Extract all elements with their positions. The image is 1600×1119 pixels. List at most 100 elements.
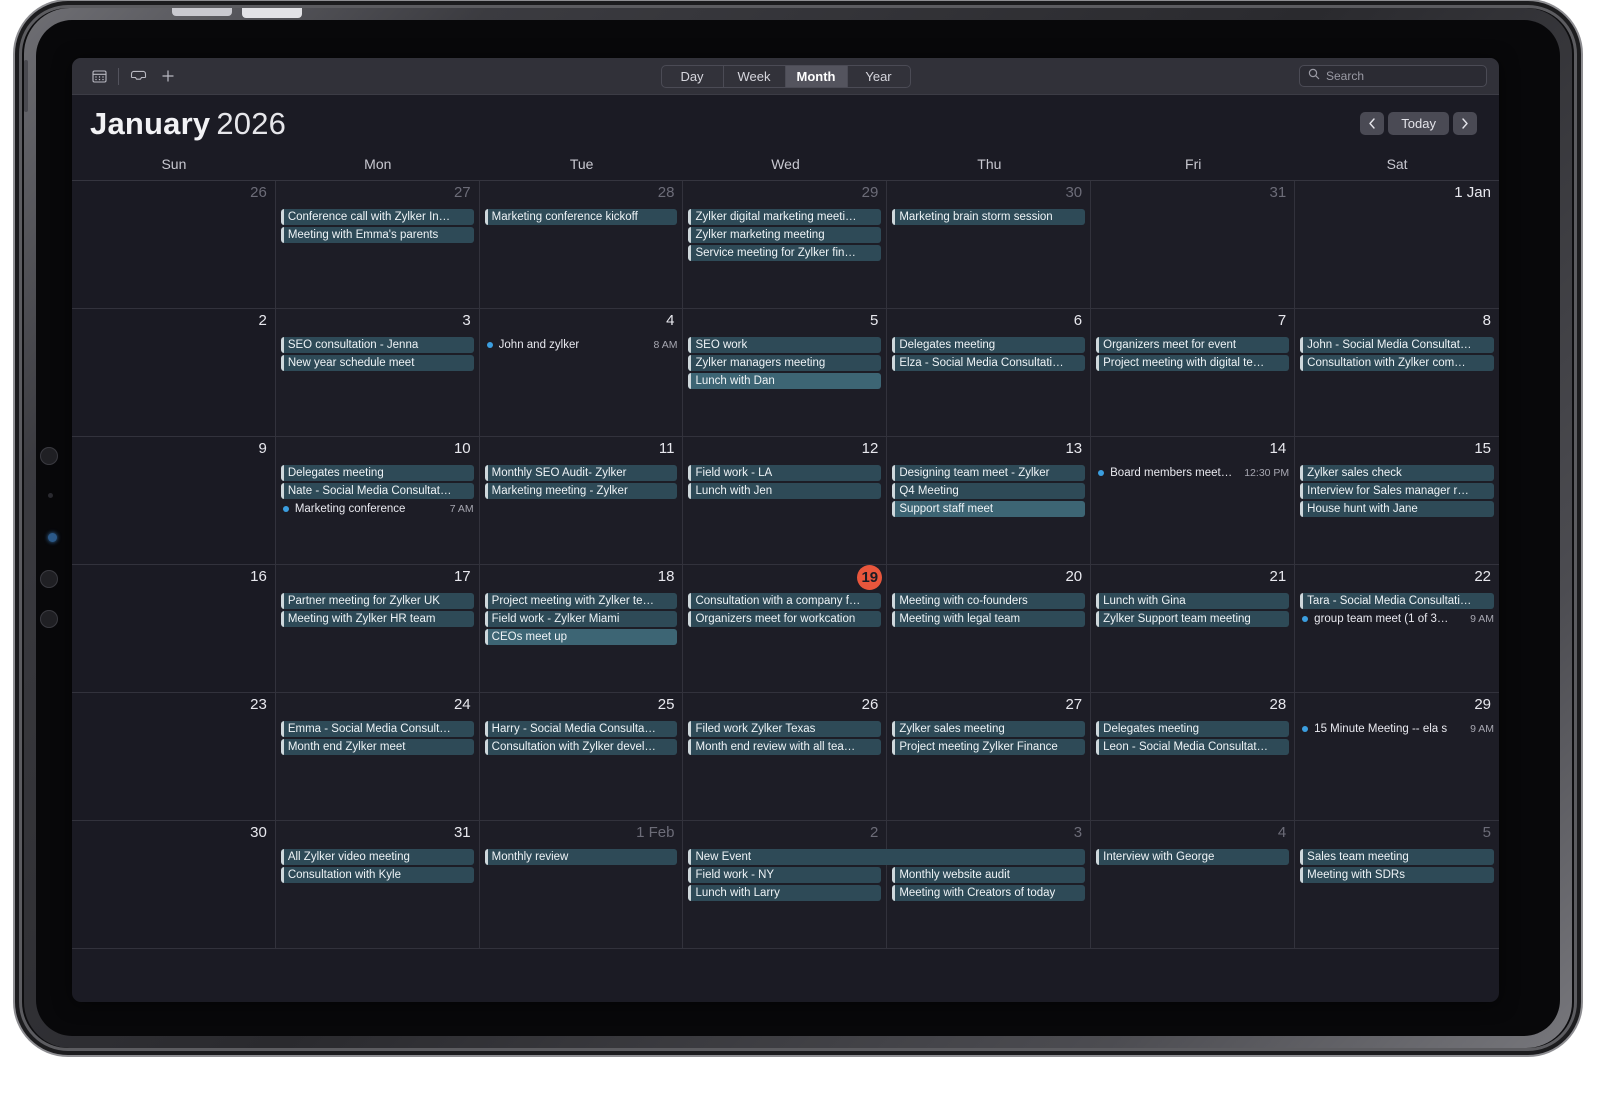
day-cell[interactable]: 21 Lunch with Gina Zylker Support team mee…: [1091, 565, 1296, 693]
day-cell[interactable]: 1 Feb Monthly review: [479, 821, 684, 949]
day-cell[interactable]: 7 Organizers meet for event Project meetin…: [1091, 309, 1296, 437]
calendar-event[interactable]: New year schedule meet: [280, 355, 474, 371]
day-cell[interactable]: 18 Project meeting with Zylker te… Field w…: [479, 565, 684, 693]
day-cell[interactable]: 5 Sales team meeting Meeting with SDRs: [1295, 821, 1499, 949]
day-cell[interactable]: 5 SEO work Zylker managers meeting Lunch wi…: [683, 309, 888, 437]
day-cell[interactable]: 2: [72, 309, 276, 437]
calendar-event[interactable]: SEO consultation - Jenna: [280, 337, 474, 353]
calendar-event[interactable]: Organizers meet for event: [1096, 337, 1290, 353]
calendar-event[interactable]: Interview for Sales manager r…: [1300, 483, 1494, 499]
calendar-event[interactable]: SEO work: [688, 337, 882, 353]
day-cell[interactable]: 30: [72, 821, 276, 949]
calendar-event[interactable]: Q4 Meeting: [892, 483, 1086, 499]
day-cell[interactable]: 27 Conference call with Zylker In… Meeting…: [275, 181, 480, 309]
day-cell[interactable]: 31: [1091, 181, 1296, 309]
calendar-event[interactable]: Marketing meeting - Zylker: [484, 483, 678, 499]
add-icon[interactable]: [153, 64, 183, 88]
calendar-event[interactable]: Zylker Support team meeting: [1096, 611, 1290, 627]
calendar-event[interactable]: Board members meet… 12:30 PM: [1096, 465, 1289, 481]
calendar-event[interactable]: Meeting with Zylker HR team: [280, 611, 474, 627]
day-cell[interactable]: 16: [72, 565, 276, 693]
tab-month[interactable]: Month: [785, 65, 848, 87]
day-cell[interactable]: 10 Delegates meeting Nate - Social Media C…: [275, 437, 480, 565]
calendar-event[interactable]: Project meeting Zylker Finance: [892, 739, 1086, 755]
calendar-event[interactable]: Month end Zylker meet: [280, 739, 474, 755]
calendar-event[interactable]: Delegates meeting: [280, 465, 474, 481]
calendar-event[interactable]: Leon - Social Media Consultat…: [1096, 739, 1290, 755]
calendar-event[interactable]: Meeting with co-founders: [892, 593, 1086, 609]
calendar-event[interactable]: Zylker marketing meeting: [688, 227, 882, 243]
view-switcher[interactable]: Day Week Month Year: [660, 64, 911, 88]
calendar-event[interactable]: House hunt with Jane: [1300, 501, 1494, 517]
day-cell[interactable]: 3 SEO consultation - Jenna New year schedu…: [275, 309, 480, 437]
calendar-event[interactable]: Delegates meeting: [1096, 721, 1290, 737]
day-cell[interactable]: 24 Emma - Social Media Consult… Month end …: [275, 693, 480, 821]
day-cell[interactable]: 22 Tara - Social Media Consultati… group t…: [1295, 565, 1499, 693]
calendar-event[interactable]: Delegates meeting: [892, 337, 1086, 353]
calendar-event[interactable]: Field work - LA: [688, 465, 882, 481]
day-cell[interactable]: 27 Zylker sales meeting Project meeting Zy…: [887, 693, 1092, 821]
day-cell[interactable]: 17 Partner meeting for Zylker UK Meeting w…: [275, 565, 480, 693]
day-cell[interactable]: 3 Monthly website audit Meeting with Creat…: [887, 821, 1092, 949]
day-cell[interactable]: 12 Field work - LA Lunch with Jen: [683, 437, 888, 565]
calendar-event[interactable]: Elza - Social Media Consultati…: [892, 355, 1086, 371]
day-cell[interactable]: 20 Meeting with co-founders Meeting with l…: [887, 565, 1092, 693]
volume-down-button[interactable]: [40, 570, 58, 588]
calendar-event[interactable]: Emma - Social Media Consult…: [280, 721, 474, 737]
day-cell[interactable]: 23: [72, 693, 276, 821]
tab-year[interactable]: Year: [848, 66, 910, 87]
calendar-event[interactable]: Filed work Zylker Texas: [688, 721, 882, 737]
calendar-event[interactable]: Tara - Social Media Consultati…: [1300, 593, 1494, 609]
calendar-event[interactable]: Sales team meeting: [1300, 849, 1494, 865]
calendar-event[interactable]: Service meeting for Zylker fin…: [688, 245, 882, 261]
calendar-event[interactable]: CEOs meet up: [484, 629, 678, 645]
tab-week[interactable]: Week: [724, 65, 786, 87]
calendar-event[interactable]: Lunch with Jen: [688, 483, 882, 499]
day-cell[interactable]: 26: [72, 181, 276, 309]
calendar-event[interactable]: Monthly website audit: [892, 867, 1086, 883]
day-cell[interactable]: 4 Interview with George: [1091, 821, 1296, 949]
calendar-event[interactable]: 15 Minute Meeting -- ela s 9 AM: [1300, 721, 1494, 737]
calendar-event[interactable]: Meeting with legal team: [892, 611, 1086, 627]
calendar-event[interactable]: Meeting with Emma's parents: [280, 227, 474, 243]
calendar-event[interactable]: All Zylker video meeting: [280, 849, 474, 865]
day-cell[interactable]: 31 All Zylker video meeting Consultation w…: [275, 821, 480, 949]
day-cell[interactable]: 11 Monthly SEO Audit- Zylker Marketing mee…: [479, 437, 684, 565]
side-button[interactable]: [40, 610, 58, 628]
calendar-event[interactable]: Conference call with Zylker In…: [280, 209, 474, 225]
calendar-icon[interactable]: [84, 64, 114, 88]
calendar-event[interactable]: Lunch with Larry: [688, 885, 882, 901]
calendar-event[interactable]: Zylker digital marketing meeti…: [688, 209, 882, 225]
calendar-event[interactable]: Marketing brain storm session: [892, 209, 1086, 225]
day-cell[interactable]: 8 John - Social Media Consultat… Consultat…: [1295, 309, 1499, 437]
calendar-event[interactable]: Zylker sales meeting: [892, 721, 1086, 737]
search-input[interactable]: Search: [1299, 65, 1487, 87]
calendar-event[interactable]: New Event: [688, 849, 1086, 865]
day-cell[interactable]: 15 Zylker sales check Interview for Sales …: [1295, 437, 1499, 565]
day-cell[interactable]: 29 Zylker digital marketing meeti… Zylker …: [683, 181, 888, 309]
calendar-event[interactable]: John - Social Media Consultat…: [1300, 337, 1494, 353]
calendar-event[interactable]: Meeting with Creators of today: [892, 885, 1086, 901]
calendar-event[interactable]: Zylker sales check: [1300, 465, 1494, 481]
today-button[interactable]: Today: [1388, 112, 1449, 135]
calendar-event[interactable]: Nate - Social Media Consultat…: [280, 483, 474, 499]
calendar-event[interactable]: Interview with George: [1096, 849, 1290, 865]
inbox-icon[interactable]: [123, 64, 153, 88]
calendar-event[interactable]: Field work - NY: [688, 867, 882, 883]
day-cell[interactable]: 6 Delegates meeting Elza - Social Media Co…: [887, 309, 1092, 437]
calendar-event[interactable]: Marketing conference 7 AM: [281, 501, 474, 517]
power-button[interactable]: [24, 60, 28, 112]
day-cell[interactable]: 9: [72, 437, 276, 565]
next-month-button[interactable]: [1453, 112, 1477, 135]
calendar-event[interactable]: Partner meeting for Zylker UK: [280, 593, 474, 609]
prev-month-button[interactable]: [1360, 112, 1385, 135]
volume-up-button[interactable]: [40, 447, 58, 465]
calendar-event[interactable]: Consultation with a company f…: [688, 593, 882, 609]
day-cell[interactable]: 4 John and zylker 8 AM: [479, 309, 684, 437]
day-cell[interactable]: 1 Jan: [1295, 181, 1499, 309]
calendar-event[interactable]: Consultation with Zylker com…: [1300, 355, 1494, 371]
calendar-event[interactable]: Lunch with Dan: [688, 373, 882, 389]
day-cell[interactable]: 25 Harry - Social Media Consulta… Consulta…: [479, 693, 684, 821]
day-cell[interactable]: 2 New Event Field work - NY Lunch with Larr…: [683, 821, 1086, 949]
day-cell[interactable]: 29 15 Minute Meeting -- ela s 9 AM: [1295, 693, 1499, 821]
